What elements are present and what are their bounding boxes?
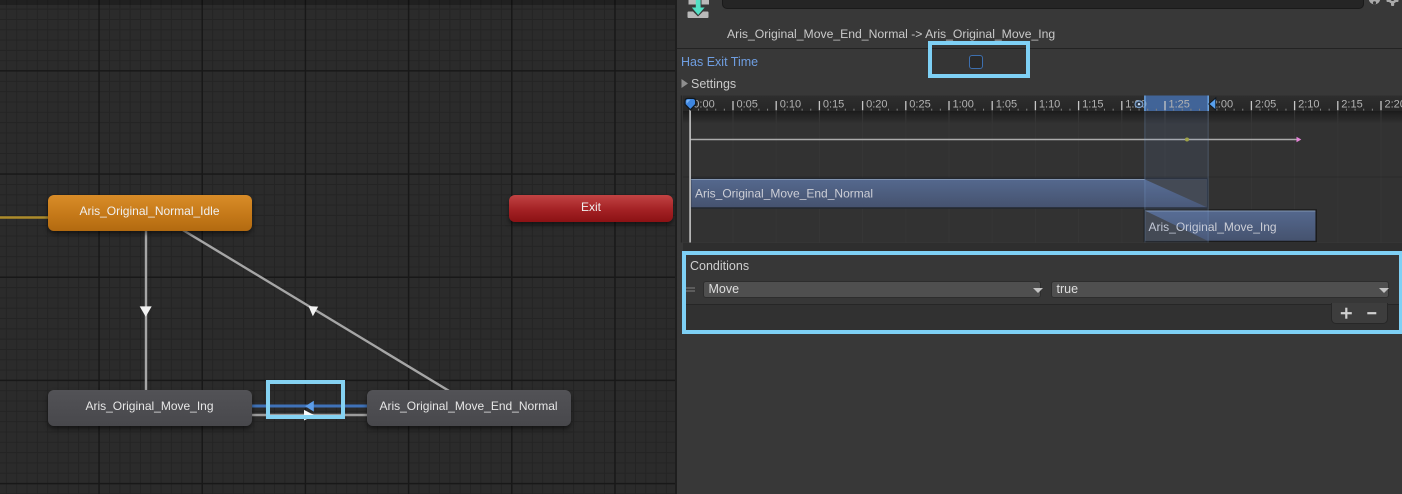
- svg-text:1:10: 1:10: [1039, 99, 1060, 111]
- svg-text:2:15: 2:15: [1341, 99, 1362, 111]
- svg-text:0:25: 0:25: [909, 99, 930, 111]
- svg-text:Aris_Original_Move_End_Normal: Aris_Original_Move_End_Normal: [695, 187, 873, 201]
- svg-text:1:05: 1:05: [996, 99, 1017, 111]
- svg-text:2:05: 2:05: [1255, 99, 1276, 111]
- svg-text:0:05: 0:05: [737, 99, 758, 111]
- svg-text:1:00: 1:00: [953, 99, 974, 111]
- svg-text:1:25: 1:25: [1169, 99, 1190, 111]
- svg-text:0:20: 0:20: [866, 99, 887, 111]
- svg-text:2:10: 2:10: [1298, 99, 1319, 111]
- svg-text:0:15: 0:15: [823, 99, 844, 111]
- svg-text:0:10: 0:10: [780, 99, 801, 111]
- svg-text:1:15: 1:15: [1082, 99, 1103, 111]
- svg-text:2:20: 2:20: [1385, 99, 1402, 111]
- svg-text:0:00: 0:00: [693, 99, 714, 111]
